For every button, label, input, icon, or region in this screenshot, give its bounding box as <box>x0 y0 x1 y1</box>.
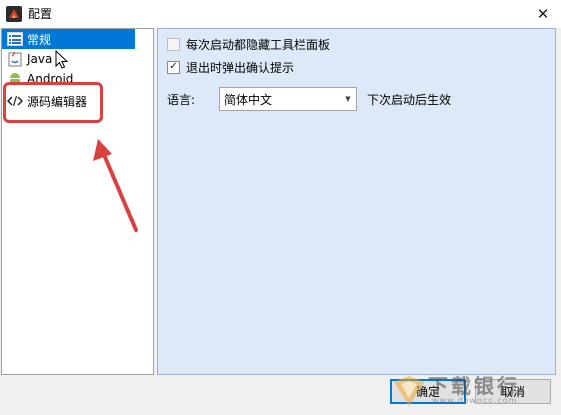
watermark-logo-icon <box>394 376 424 406</box>
annotation-arrow <box>93 139 138 232</box>
watermark-url: www.downcc.com <box>432 396 518 405</box>
mouse-cursor-icon <box>55 50 69 69</box>
watermark-text: 下载银行 <box>428 374 520 398</box>
watermark: 下载银行 www.downcc.com <box>390 368 560 414</box>
